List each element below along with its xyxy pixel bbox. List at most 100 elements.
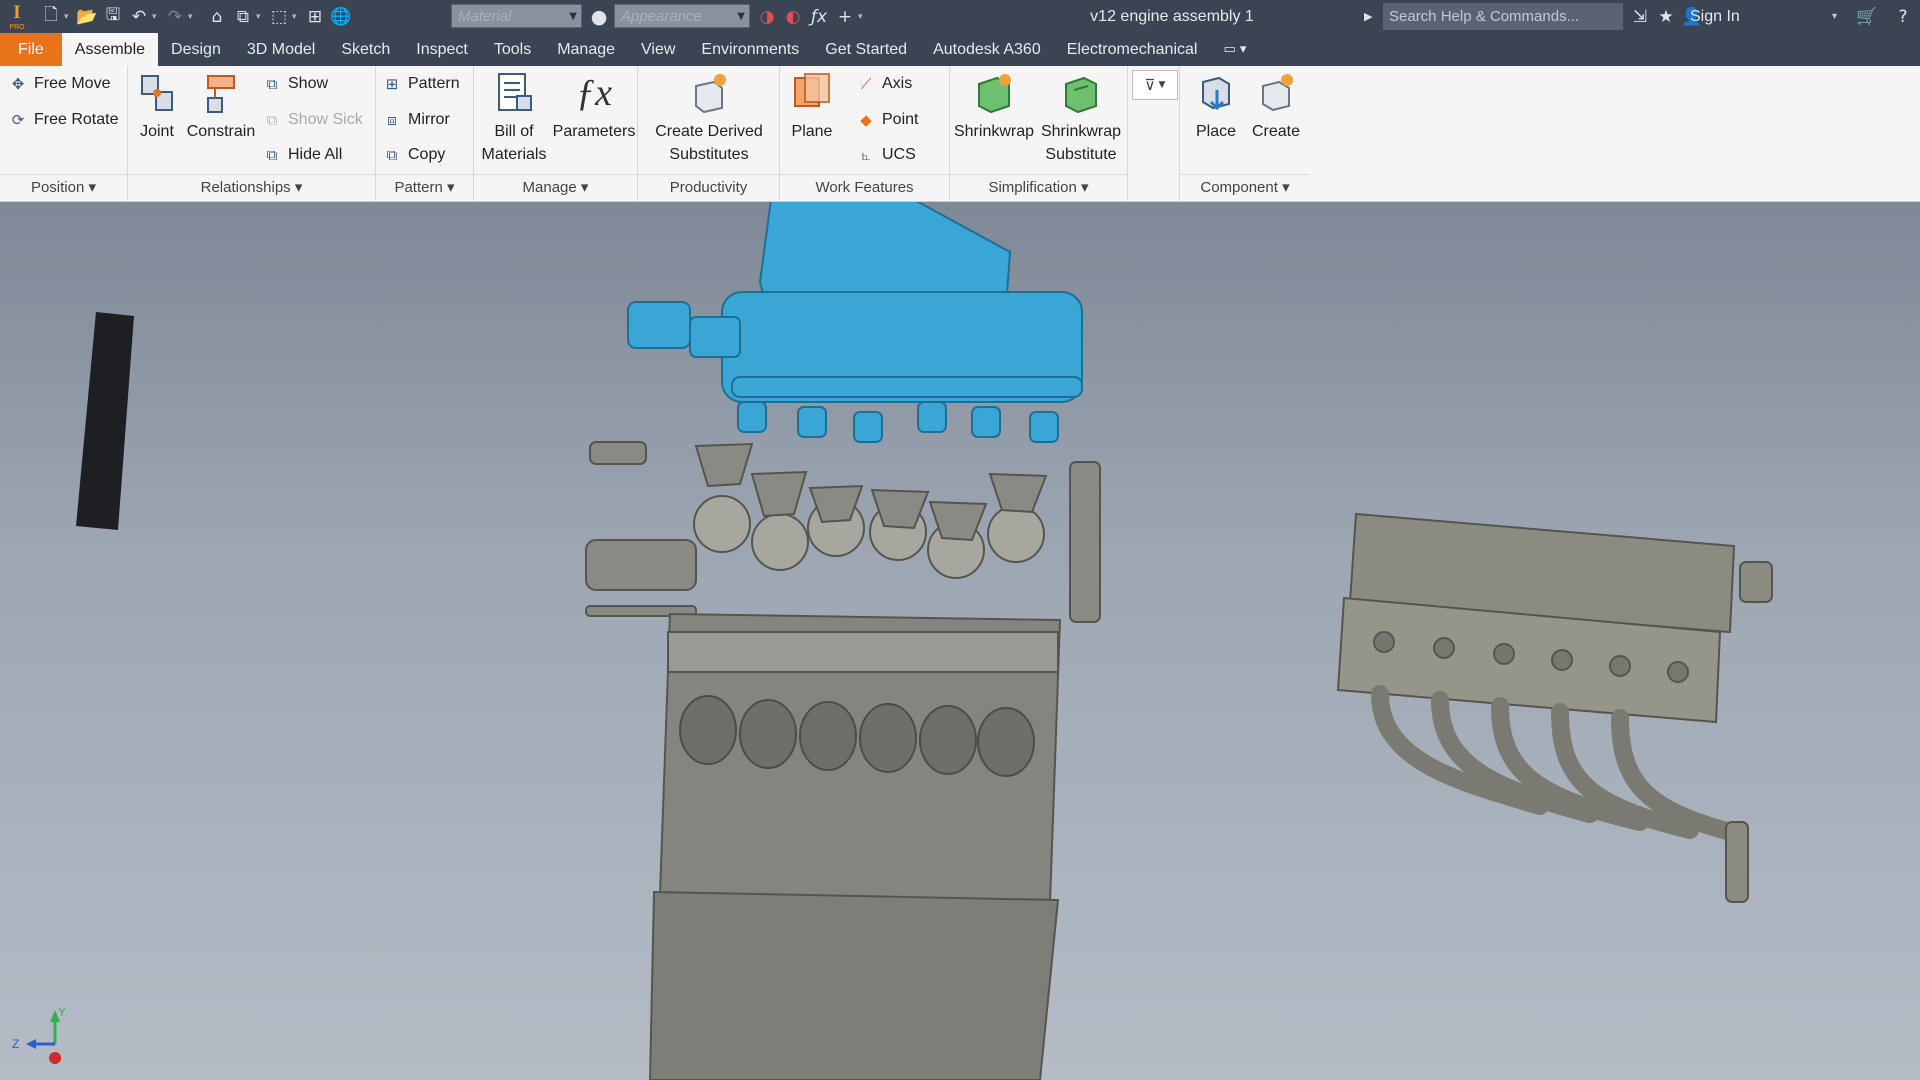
app-logo-letter: I <box>13 2 21 23</box>
undo-icon[interactable]: ↶ <box>126 4 152 30</box>
panel-title-simplification[interactable]: Simplification ▾ <box>950 174 1127 201</box>
mirror-button[interactable]: ⧈ Mirror <box>382 106 450 134</box>
select-priority-icon[interactable]: ⬚ <box>266 4 292 30</box>
panel-title-position-label: Position <box>30 179 85 196</box>
show-label: Show <box>288 75 329 92</box>
triad-z-label: Z <box>12 1037 19 1051</box>
panel-simplification: Shrinkwrap Shrinkwrap Substitute Simplif… <box>950 66 1128 201</box>
new-dropdown-caret-icon[interactable]: ▾ <box>64 12 74 22</box>
tab-assemble[interactable]: Assemble <box>61 33 159 66</box>
ucs-label: UCS <box>882 146 916 163</box>
show-button[interactable]: ⧉ Show <box>262 70 328 98</box>
panel-title-component[interactable]: Component ▾ <box>1180 174 1310 201</box>
tab-design[interactable]: Design <box>158 33 234 66</box>
tab-3d-model[interactable]: 3D Model <box>234 33 328 66</box>
constrain-icon <box>207 75 235 113</box>
measure-icon[interactable]: ⊞ <box>302 4 328 30</box>
help-icon[interactable]: ? <box>1890 4 1916 30</box>
favorites-star-icon[interactable]: ★ <box>1653 4 1679 30</box>
panel-title-manage[interactable]: Manage ▾ <box>474 174 637 201</box>
open-folder-icon[interactable]: 📂 <box>74 4 100 30</box>
panel-title-relationships[interactable]: Relationships ▾ <box>128 174 375 201</box>
joint-button[interactable]: Joint <box>134 70 180 143</box>
tab-electromechanical[interactable]: Electromechanical <box>1054 33 1211 66</box>
globe-icon[interactable]: 🌐 <box>328 4 354 30</box>
app-logo[interactable]: I PRO <box>6 2 28 31</box>
search-input[interactable]: Search Help & Commands... <box>1383 3 1623 30</box>
engine-block-part <box>585 441 1101 1080</box>
parameters-button[interactable]: ƒx Parameters <box>552 70 636 143</box>
save-icon[interactable]: 🖫 <box>100 4 126 30</box>
panel-position: ✥ Free Move ⟳ Free Rotate Position ▾ <box>0 66 128 201</box>
document-title: v12 engine assembly 1 <box>1090 8 1254 25</box>
joint-label: Joint <box>140 123 174 140</box>
appearance-combo[interactable]: Appearance ▼ <box>614 4 750 28</box>
tab-tools[interactable]: Tools <box>481 33 544 66</box>
create-derived-substitutes-button[interactable]: Create Derived Substitutes <box>642 70 776 166</box>
redo-dropdown-caret-icon[interactable]: ▾ <box>188 12 198 22</box>
tab-inspect[interactable]: Inspect <box>403 33 481 66</box>
hide-all-button[interactable]: ⧉ Hide All <box>262 141 343 169</box>
point-button[interactable]: ◆ Point <box>856 106 918 134</box>
graphics-viewport[interactable]: Y Z <box>0 202 1920 1080</box>
tab-sketch[interactable]: Sketch <box>328 33 403 66</box>
app-logo-sub: PRO <box>9 24 25 31</box>
subscription-icon[interactable]: ⇲ <box>1627 4 1653 30</box>
material-combo[interactable]: Material ▼ <box>451 4 582 28</box>
shrinkwrap-substitute-label-2: Substitute <box>1045 146 1117 163</box>
sign-in-dropdown-caret-icon[interactable]: ▾ <box>1832 0 1837 33</box>
filter-dropdown[interactable]: ⊽ ▼ <box>1132 70 1178 100</box>
plus-icon[interactable]: + <box>832 4 858 30</box>
fx-parameters-icon[interactable]: ƒx <box>806 4 832 30</box>
undo-dropdown-caret-icon[interactable]: ▾ <box>152 12 162 22</box>
panel-relationships: Joint Constrain ⧉ Show ⧉ Show Sick ⧉ Hid… <box>128 66 376 201</box>
orientation-triad: Y Z <box>12 1005 66 1064</box>
clear-appearance-icon[interactable]: ◐ <box>780 4 806 30</box>
tab-view[interactable]: View <box>628 33 688 66</box>
show-sick-button[interactable]: ⧉ Show Sick <box>262 106 363 134</box>
chevron-down-icon: ▼ <box>737 11 745 22</box>
sign-in-link[interactable]: Sign In <box>1690 0 1740 33</box>
axis-label: Axis <box>882 75 913 92</box>
tab-environments[interactable]: Environments <box>688 33 812 66</box>
redo-icon[interactable]: ↷ <box>162 4 188 30</box>
tab-get-started[interactable]: Get Started <box>812 33 920 66</box>
adjust-appearance-icon[interactable]: ◑ <box>754 4 780 30</box>
update-dropdown-caret-icon[interactable]: ▾ <box>256 12 266 22</box>
home-icon[interactable]: ⌂ <box>204 4 230 30</box>
tab-file[interactable]: File <box>0 33 62 66</box>
pattern-button[interactable]: ⊞ Pattern <box>382 70 460 98</box>
plane-button[interactable]: Plane <box>784 70 840 143</box>
point-label: Point <box>882 111 919 128</box>
material-placeholder: Material <box>458 8 512 25</box>
update-icon[interactable]: ⧉ <box>230 4 256 30</box>
create-label: Create <box>1251 123 1301 140</box>
customize-caret-icon[interactable]: ▾ <box>858 12 868 22</box>
axis-button[interactable]: ⟋ Axis <box>856 70 913 98</box>
constrain-button[interactable]: Constrain <box>186 70 256 143</box>
mirror-icon: ⧈ <box>387 111 397 129</box>
panel-filter: ⊽ ▼ <box>1128 66 1180 201</box>
shrinkwrap-button[interactable]: Shrinkwrap <box>952 70 1036 143</box>
tab-manage[interactable]: Manage <box>544 33 628 66</box>
free-rotate-button[interactable]: ⟳ Free Rotate <box>8 106 119 134</box>
tab-autodesk-a360[interactable]: Autodesk A360 <box>920 33 1054 66</box>
panel-title-position[interactable]: Position ▾ <box>0 174 127 201</box>
ribbon-display-toggle-icon[interactable]: ▭ ▾ <box>1210 33 1259 66</box>
new-file-icon[interactable]: 🗋 <box>38 4 64 30</box>
pattern-label: Pattern <box>408 75 460 92</box>
ucs-button[interactable]: ⦜ UCS <box>856 141 916 169</box>
intake-manifold-part <box>627 202 1083 443</box>
cart-icon[interactable]: 🛒 <box>1854 4 1880 30</box>
place-button[interactable]: Place <box>1188 70 1244 143</box>
bill-of-materials-button[interactable]: Bill of Materials <box>478 70 550 166</box>
panel-title-productivity: Productivity <box>638 174 779 201</box>
free-move-button[interactable]: ✥ Free Move <box>8 70 111 98</box>
select-dropdown-caret-icon[interactable]: ▾ <box>292 12 302 22</box>
panel-title-pattern[interactable]: Pattern ▾ <box>376 174 473 201</box>
shrinkwrap-substitute-button[interactable]: Shrinkwrap Substitute <box>1036 70 1126 166</box>
copy-button[interactable]: ⧉ Copy <box>382 141 446 169</box>
create-button[interactable]: Create <box>1246 70 1306 143</box>
expand-search-icon[interactable]: ▶ <box>1364 0 1372 33</box>
belt-part <box>76 312 134 530</box>
